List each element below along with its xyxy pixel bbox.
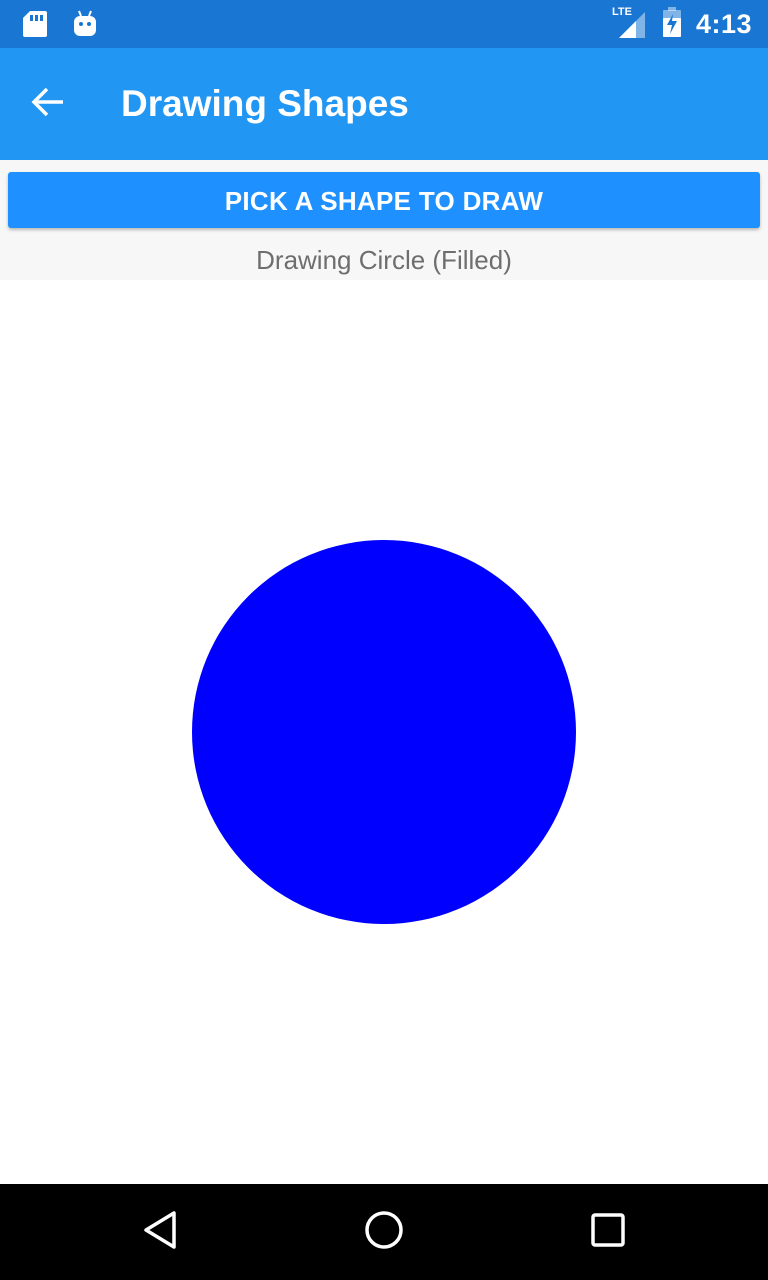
- lte-signal-icon: LTE: [612, 6, 648, 40]
- home-circle-icon: [363, 1209, 405, 1256]
- nav-home-button[interactable]: [358, 1206, 410, 1258]
- filled-circle-shape: [192, 540, 576, 924]
- battery-icon: [662, 6, 682, 43]
- content-area: PICK A SHAPE TO DRAW Drawing Circle (Fil…: [0, 160, 768, 1184]
- drawing-status-label: Drawing Circle (Filled): [256, 245, 512, 275]
- nav-back-button[interactable]: [134, 1206, 186, 1258]
- system-icons: LTE 4:13: [612, 0, 752, 48]
- clock: 4:13: [695, 8, 752, 39]
- android-icon: [72, 10, 98, 43]
- controls-panel: PICK A SHAPE TO DRAW Drawing Circle (Fil…: [0, 160, 768, 280]
- status-bar: LTE 4:13: [0, 0, 768, 48]
- page-title: Drawing Shapes: [121, 83, 409, 124]
- sd-card-icon: [22, 10, 48, 43]
- recents-square-icon: [590, 1212, 626, 1253]
- back-triangle-icon: [140, 1209, 180, 1256]
- notification-icons: [22, 10, 98, 43]
- drawing-canvas[interactable]: [0, 280, 768, 1184]
- app-bar: Drawing Shapes: [0, 48, 768, 160]
- back-button[interactable]: [24, 80, 72, 128]
- screen: LTE 4:13 Drawing Shapes PICK A SHAPE TO …: [0, 0, 768, 1280]
- nav-recents-button[interactable]: [582, 1206, 634, 1258]
- arrow-back-icon: [30, 84, 66, 125]
- pick-shape-button[interactable]: PICK A SHAPE TO DRAW: [8, 172, 760, 228]
- navigation-bar: [0, 1184, 768, 1280]
